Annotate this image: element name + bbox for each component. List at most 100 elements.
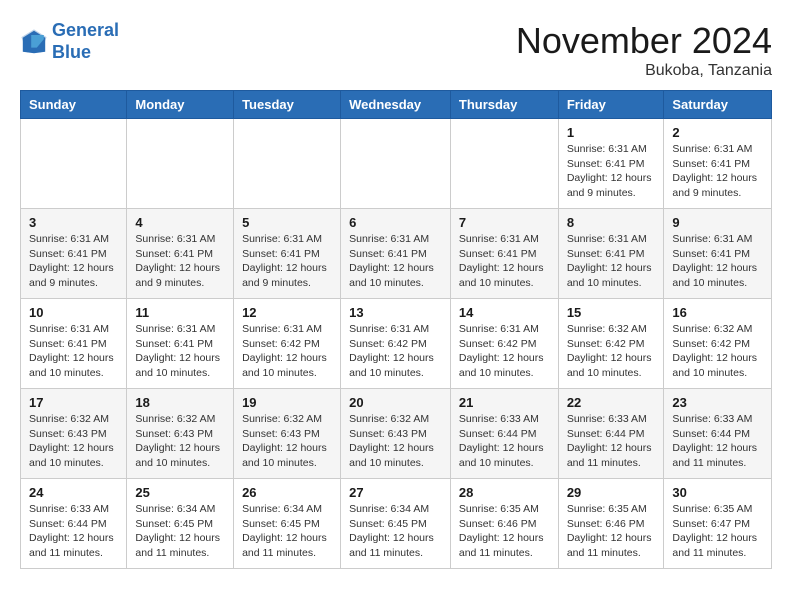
- day-number: 25: [135, 485, 225, 500]
- day-info: Sunrise: 6:33 AM Sunset: 6:44 PM Dayligh…: [459, 412, 550, 471]
- day-number: 21: [459, 395, 550, 410]
- calendar-day-cell: 15 Sunrise: 6:32 AM Sunset: 6:42 PM Dayli…: [558, 299, 664, 389]
- calendar-day-cell: 30Sunrise: 6:35 AM Sunset: 6:47 PM Dayli…: [664, 479, 772, 569]
- day-info: Sunrise: 6:33 AM Sunset: 6:44 PM Dayligh…: [29, 502, 118, 561]
- day-info: Sunrise: 6:31 AM Sunset: 6:41 PM Dayligh…: [135, 232, 225, 291]
- day-info: Sunrise: 6:35 AM Sunset: 6:46 PM Dayligh…: [567, 502, 656, 561]
- day-info: Sunrise: 6:31 AM Sunset: 6:42 PM Dayligh…: [242, 322, 332, 381]
- calendar-day-cell: 5Sunrise: 6:31 AM Sunset: 6:41 PM Daylig…: [234, 209, 341, 299]
- day-number: 1: [567, 125, 656, 140]
- calendar-day-cell: 23Sunrise: 6:33 AM Sunset: 6:44 PM Dayli…: [664, 389, 772, 479]
- calendar-day-header: Monday: [127, 91, 234, 119]
- calendar-week-row: 1 Sunrise: 6:31 AM Sunset: 6:41 PM Daylig…: [21, 119, 772, 209]
- day-info: Sunrise: 6:31 AM Sunset: 6:41 PM Dayligh…: [29, 232, 118, 291]
- day-number: 12: [242, 305, 332, 320]
- day-info: Sunrise: 6:32 AM Sunset: 6:43 PM Dayligh…: [29, 412, 118, 471]
- logo-icon: [20, 28, 48, 56]
- day-info: Sunrise: 6:32 AM Sunset: 6:43 PM Dayligh…: [242, 412, 332, 471]
- page-header: General Blue November 2024 Bukoba, Tanza…: [20, 20, 772, 80]
- day-number: 3: [29, 215, 118, 230]
- calendar-day-cell: 21 Sunrise: 6:33 AM Sunset: 6:44 PM Dayli…: [450, 389, 558, 479]
- day-info: Sunrise: 6:33 AM Sunset: 6:44 PM Dayligh…: [672, 412, 763, 471]
- day-info: Sunrise: 6:31 AM Sunset: 6:41 PM Dayligh…: [567, 142, 656, 201]
- day-number: 4: [135, 215, 225, 230]
- day-info: Sunrise: 6:35 AM Sunset: 6:47 PM Dayligh…: [672, 502, 763, 561]
- calendar-day-cell: 8Sunrise: 6:31 AM Sunset: 6:41 PM Daylig…: [558, 209, 664, 299]
- day-number: 6: [349, 215, 442, 230]
- day-info: Sunrise: 6:33 AM Sunset: 6:44 PM Dayligh…: [567, 412, 656, 471]
- day-number: 29: [567, 485, 656, 500]
- day-info: Sunrise: 6:31 AM Sunset: 6:41 PM Dayligh…: [242, 232, 332, 291]
- day-info: Sunrise: 6:31 AM Sunset: 6:41 PM Dayligh…: [567, 232, 656, 291]
- day-number: 10: [29, 305, 118, 320]
- calendar-day-cell: 22 Sunrise: 6:33 AM Sunset: 6:44 PM Dayli…: [558, 389, 664, 479]
- calendar-day-header: Tuesday: [234, 91, 341, 119]
- location: Bukoba, Tanzania: [516, 62, 772, 80]
- calendar-day-cell: 25Sunrise: 6:34 AM Sunset: 6:45 PM Dayli…: [127, 479, 234, 569]
- logo-text: General Blue: [52, 20, 119, 63]
- day-number: 20: [349, 395, 442, 410]
- calendar-day-cell: 29 Sunrise: 6:35 AM Sunset: 6:46 PM Dayli…: [558, 479, 664, 569]
- logo: General Blue: [20, 20, 119, 63]
- calendar-day-cell: 3 Sunrise: 6:31 AM Sunset: 6:41 PM Daylig…: [21, 209, 127, 299]
- calendar-day-cell: 9Sunrise: 6:31 AM Sunset: 6:41 PM Daylig…: [664, 209, 772, 299]
- calendar-day-cell: 20 Sunrise: 6:32 AM Sunset: 6:43 PM Dayli…: [341, 389, 451, 479]
- calendar-header-row: SundayMondayTuesdayWednesdayThursdayFrid…: [21, 91, 772, 119]
- calendar-day-header: Saturday: [664, 91, 772, 119]
- day-info: Sunrise: 6:34 AM Sunset: 6:45 PM Dayligh…: [349, 502, 442, 561]
- day-info: Sunrise: 6:31 AM Sunset: 6:42 PM Dayligh…: [349, 322, 442, 381]
- day-info: Sunrise: 6:31 AM Sunset: 6:41 PM Dayligh…: [135, 322, 225, 381]
- calendar-week-row: 10 Sunrise: 6:31 AM Sunset: 6:41 PM Dayli…: [21, 299, 772, 389]
- calendar-day-cell: 6Sunrise: 6:31 AM Sunset: 6:41 PM Daylig…: [341, 209, 451, 299]
- calendar-day-cell: 18 Sunrise: 6:32 AM Sunset: 6:43 PM Dayli…: [127, 389, 234, 479]
- calendar-day-cell: 27Sunrise: 6:34 AM Sunset: 6:45 PM Dayli…: [341, 479, 451, 569]
- calendar-day-cell: [21, 119, 127, 209]
- day-number: 24: [29, 485, 118, 500]
- calendar-day-cell: [234, 119, 341, 209]
- day-info: Sunrise: 6:35 AM Sunset: 6:46 PM Dayligh…: [459, 502, 550, 561]
- calendar-day-cell: 12 Sunrise: 6:31 AM Sunset: 6:42 PM Dayli…: [234, 299, 341, 389]
- day-number: 15: [567, 305, 656, 320]
- day-number: 7: [459, 215, 550, 230]
- day-info: Sunrise: 6:31 AM Sunset: 6:41 PM Dayligh…: [459, 232, 550, 291]
- calendar-day-cell: 10 Sunrise: 6:31 AM Sunset: 6:41 PM Dayli…: [21, 299, 127, 389]
- day-info: Sunrise: 6:31 AM Sunset: 6:42 PM Dayligh…: [459, 322, 550, 381]
- day-info: Sunrise: 6:31 AM Sunset: 6:41 PM Dayligh…: [672, 232, 763, 291]
- month-title: November 2024: [516, 20, 772, 62]
- calendar-day-cell: 16 Sunrise: 6:32 AM Sunset: 6:42 PM Dayli…: [664, 299, 772, 389]
- day-info: Sunrise: 6:32 AM Sunset: 6:42 PM Dayligh…: [672, 322, 763, 381]
- calendar-day-cell: 24 Sunrise: 6:33 AM Sunset: 6:44 PM Dayli…: [21, 479, 127, 569]
- day-info: Sunrise: 6:32 AM Sunset: 6:42 PM Dayligh…: [567, 322, 656, 381]
- calendar-table: SundayMondayTuesdayWednesdayThursdayFrid…: [20, 90, 772, 569]
- day-number: 22: [567, 395, 656, 410]
- day-info: Sunrise: 6:31 AM Sunset: 6:41 PM Dayligh…: [29, 322, 118, 381]
- day-number: 18: [135, 395, 225, 410]
- calendar-day-cell: 28 Sunrise: 6:35 AM Sunset: 6:46 PM Dayli…: [450, 479, 558, 569]
- day-number: 14: [459, 305, 550, 320]
- calendar-day-cell: 26Sunrise: 6:34 AM Sunset: 6:45 PM Dayli…: [234, 479, 341, 569]
- day-number: 16: [672, 305, 763, 320]
- calendar-day-cell: 13Sunrise: 6:31 AM Sunset: 6:42 PM Dayli…: [341, 299, 451, 389]
- day-number: 28: [459, 485, 550, 500]
- day-number: 17: [29, 395, 118, 410]
- day-info: Sunrise: 6:32 AM Sunset: 6:43 PM Dayligh…: [135, 412, 225, 471]
- calendar-day-cell: 14 Sunrise: 6:31 AM Sunset: 6:42 PM Dayli…: [450, 299, 558, 389]
- calendar-day-cell: 17 Sunrise: 6:32 AM Sunset: 6:43 PM Dayli…: [21, 389, 127, 479]
- calendar-day-cell: [127, 119, 234, 209]
- calendar-day-cell: 4 Sunrise: 6:31 AM Sunset: 6:41 PM Daylig…: [127, 209, 234, 299]
- day-number: 11: [135, 305, 225, 320]
- calendar-week-row: 17 Sunrise: 6:32 AM Sunset: 6:43 PM Dayli…: [21, 389, 772, 479]
- calendar-day-cell: 19 Sunrise: 6:32 AM Sunset: 6:43 PM Dayli…: [234, 389, 341, 479]
- calendar-day-header: Friday: [558, 91, 664, 119]
- calendar-day-cell: 7 Sunrise: 6:31 AM Sunset: 6:41 PM Daylig…: [450, 209, 558, 299]
- day-number: 19: [242, 395, 332, 410]
- day-info: Sunrise: 6:31 AM Sunset: 6:41 PM Dayligh…: [672, 142, 763, 201]
- calendar-day-cell: 11 Sunrise: 6:31 AM Sunset: 6:41 PM Dayli…: [127, 299, 234, 389]
- calendar-day-header: Sunday: [21, 91, 127, 119]
- title-block: November 2024 Bukoba, Tanzania: [516, 20, 772, 80]
- day-info: Sunrise: 6:32 AM Sunset: 6:43 PM Dayligh…: [349, 412, 442, 471]
- calendar-day-cell: 1 Sunrise: 6:31 AM Sunset: 6:41 PM Daylig…: [558, 119, 664, 209]
- calendar-day-cell: [450, 119, 558, 209]
- calendar-week-row: 24 Sunrise: 6:33 AM Sunset: 6:44 PM Dayli…: [21, 479, 772, 569]
- day-info: Sunrise: 6:34 AM Sunset: 6:45 PM Dayligh…: [242, 502, 332, 561]
